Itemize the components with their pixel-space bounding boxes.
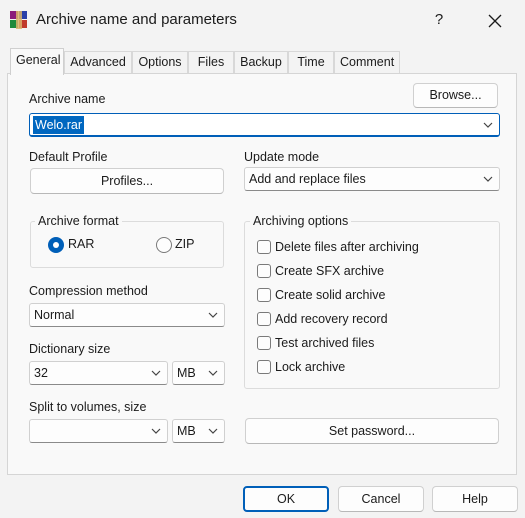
dictionary-unit-select[interactable]: MB: [172, 361, 225, 385]
archive-name-input[interactable]: Welo.rar: [33, 116, 85, 134]
recovery-record-checkbox[interactable]: [257, 312, 271, 326]
ok-button[interactable]: OK: [243, 486, 329, 512]
close-icon[interactable]: [480, 8, 510, 34]
create-sfx-checkbox[interactable]: [257, 264, 271, 278]
split-unit-select[interactable]: MB: [172, 419, 225, 443]
winrar-app-icon: [10, 11, 28, 29]
archive-name-combobox[interactable]: Welo.rar: [29, 113, 500, 137]
create-sfx-label[interactable]: Create SFX archive: [275, 264, 384, 278]
dictionary-size-label: Dictionary size: [29, 342, 111, 356]
test-archived-label[interactable]: Test archived files: [275, 336, 374, 350]
lock-archive-checkbox[interactable]: [257, 360, 271, 374]
dictionary-unit-value: MB: [177, 366, 196, 380]
tab-advanced[interactable]: Advanced: [64, 51, 132, 73]
update-mode-value: Add and replace files: [249, 172, 366, 186]
browse-button[interactable]: Browse...: [413, 83, 498, 108]
compression-method-label: Compression method: [29, 284, 148, 298]
delete-files-label[interactable]: Delete files after archiving: [275, 240, 419, 254]
archive-name-label: Archive name: [29, 92, 106, 106]
chevron-down-icon: [151, 420, 161, 442]
compression-method-value: Normal: [34, 308, 75, 322]
help-question-icon[interactable]: ?: [428, 9, 450, 31]
create-solid-label[interactable]: Create solid archive: [275, 288, 385, 302]
chevron-down-icon[interactable]: [483, 114, 493, 135]
tab-files[interactable]: Files: [188, 51, 234, 73]
rar-radio-label[interactable]: RAR: [68, 237, 94, 251]
tab-time[interactable]: Time: [288, 51, 334, 73]
set-password-button[interactable]: Set password...: [245, 418, 499, 444]
tab-comment[interactable]: Comment: [334, 51, 400, 73]
dictionary-size-value: 32: [34, 366, 48, 380]
rar-radio[interactable]: [48, 237, 64, 253]
compression-method-select[interactable]: Normal: [29, 303, 225, 327]
split-unit-value: MB: [177, 424, 196, 438]
chevron-down-icon: [208, 362, 218, 384]
tab-options[interactable]: Options: [132, 51, 188, 73]
cancel-button[interactable]: Cancel: [338, 486, 424, 512]
chevron-down-icon: [151, 362, 161, 384]
default-profile-label: Default Profile: [29, 150, 108, 164]
update-mode-select[interactable]: Add and replace files: [244, 167, 500, 191]
recovery-record-label[interactable]: Add recovery record: [275, 312, 388, 326]
chevron-down-icon: [483, 168, 493, 190]
archive-format-label: Archive format: [35, 214, 122, 228]
update-mode-label: Update mode: [244, 150, 320, 164]
lock-archive-label[interactable]: Lock archive: [275, 360, 345, 374]
zip-radio-label[interactable]: ZIP: [175, 237, 194, 251]
create-solid-checkbox[interactable]: [257, 288, 271, 302]
split-volumes-select[interactable]: [29, 419, 168, 443]
window-title: Archive name and parameters: [36, 11, 237, 28]
split-volumes-label: Split to volumes, size: [29, 400, 147, 414]
zip-radio[interactable]: [156, 237, 172, 253]
tab-general[interactable]: General: [10, 48, 64, 75]
dictionary-size-select[interactable]: 32: [29, 361, 168, 385]
chevron-down-icon: [208, 304, 218, 326]
tab-backup[interactable]: Backup: [234, 51, 288, 73]
delete-files-checkbox[interactable]: [257, 240, 271, 254]
help-button[interactable]: Help: [432, 486, 518, 512]
profiles-button[interactable]: Profiles...: [30, 168, 224, 194]
test-archived-checkbox[interactable]: [257, 336, 271, 350]
archiving-options-label: Archiving options: [250, 214, 352, 228]
chevron-down-icon: [208, 420, 218, 442]
